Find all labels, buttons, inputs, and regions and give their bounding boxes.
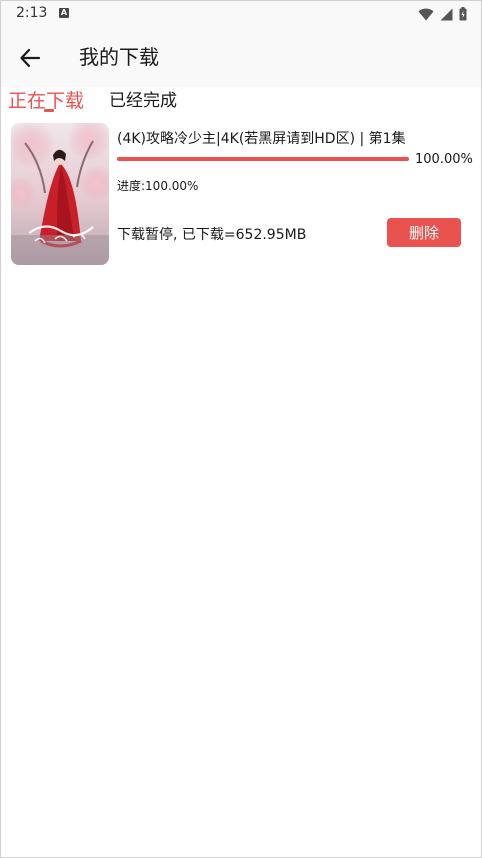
page-title: 我的下载 bbox=[79, 45, 159, 69]
progress-label: 进度:100.00% bbox=[117, 179, 199, 193]
back-button[interactable] bbox=[15, 43, 45, 73]
poster-image bbox=[11, 123, 109, 265]
progress-bar bbox=[117, 157, 409, 161]
status-bar: 2:13 A bbox=[1, 1, 481, 27]
tab-completed[interactable]: 已经完成 bbox=[109, 89, 177, 113]
wifi-icon bbox=[418, 8, 434, 20]
progress-fill bbox=[117, 157, 409, 161]
battery-icon bbox=[459, 7, 467, 21]
download-tabs: 正在下载 已经完成 bbox=[1, 87, 481, 117]
app-screen: 2:13 A 我的下载 正在下载 已经完成 (4K)攻略冷少主|4K(若黑屏请到… bbox=[0, 0, 482, 858]
tab-indicator bbox=[44, 109, 54, 112]
signal-icon bbox=[440, 8, 453, 20]
status-icons bbox=[418, 7, 467, 21]
movie-poster[interactable] bbox=[11, 123, 109, 265]
download-title: (4K)攻略冷少主|4K(若黑屏请到HD区) | 第1集 bbox=[117, 131, 406, 147]
arrow-left-icon bbox=[20, 48, 41, 68]
download-item[interactable]: (4K)攻略冷少主|4K(若黑屏请到HD区) | 第1集 100.00% 进度:… bbox=[11, 123, 473, 265]
app-bar: 我的下载 bbox=[1, 27, 481, 87]
status-time: 2:13 bbox=[16, 5, 48, 21]
delete-button[interactable]: 删除 bbox=[387, 218, 461, 247]
download-status: 下载暂停, 已下载=652.95MB bbox=[117, 227, 307, 243]
notification-icon: A bbox=[59, 8, 69, 18]
progress-percent: 100.00% bbox=[415, 152, 473, 167]
